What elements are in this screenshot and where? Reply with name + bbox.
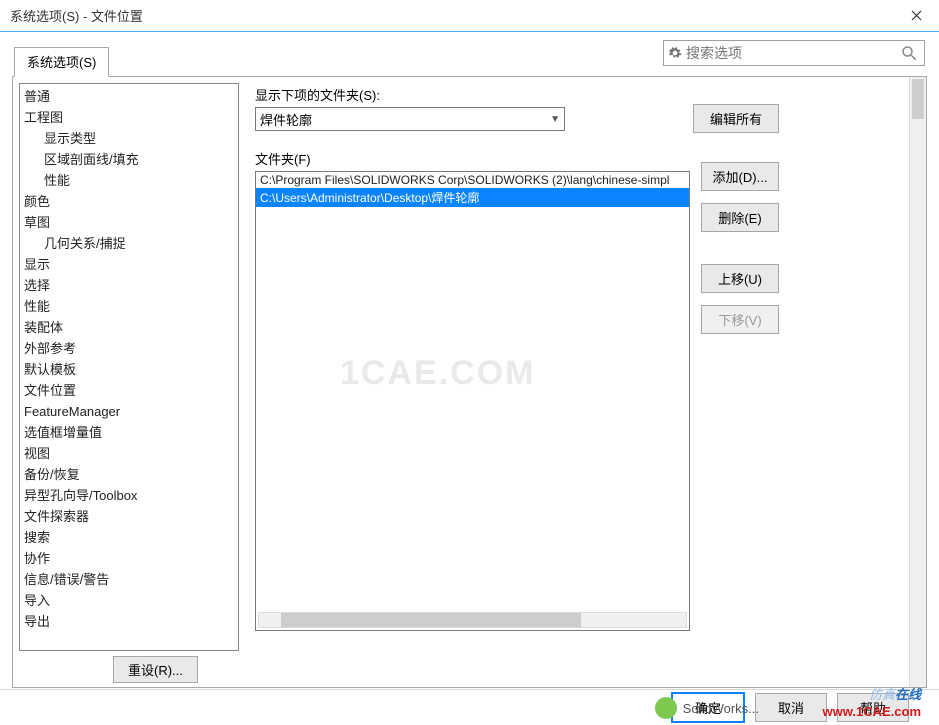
close-button[interactable] [893,0,939,32]
sidebar-item[interactable]: 协作 [20,548,238,569]
sidebar-item[interactable]: 文件位置 [20,380,238,401]
sidebar-item[interactable]: 导入 [20,590,238,611]
scrollbar-thumb[interactable] [912,79,924,119]
sidebar-item[interactable]: 默认模板 [20,359,238,380]
sidebar-item[interactable]: 普通 [20,86,238,107]
sidebar-item[interactable]: 外部参考 [20,338,238,359]
sidebar-item[interactable]: 装配体 [20,317,238,338]
show-folder-label: 显示下项的文件夹(S): [255,85,918,104]
sidebar-item[interactable]: 选值框增量值 [20,422,238,443]
sidebar-item[interactable]: 草图 [20,212,238,233]
sidebar-item[interactable]: 性能 [20,170,238,191]
reset-button[interactable]: 重设(R)... [113,656,198,683]
search-icon[interactable] [894,44,924,62]
sidebar-item[interactable]: 异型孔向导/Toolbox [20,485,238,506]
content-area: 显示下项的文件夹(S): 焊件轮廓 ▼ 编辑所有 文件夹(F) C:\Progr… [239,77,926,687]
sidebar-item[interactable]: 区域剖面线/填充 [20,149,238,170]
chevron-down-icon: ▼ [550,114,560,125]
tab-panel: 普通工程图显示类型区域剖面线/填充性能颜色草图几何关系/捕捉显示选择性能装配体外… [12,76,927,688]
header-strip: 系统选项(S) [0,32,939,76]
dialog-footer: 确定 取消 帮助 [0,689,939,725]
horizontal-scrollbar[interactable] [258,612,687,628]
sidebar-item[interactable]: 搜索 [20,527,238,548]
move-up-button[interactable]: 上移(U) [701,264,779,293]
sidebar-item[interactable]: 几何关系/捕捉 [20,233,238,254]
titlebar: 系统选项(S) - 文件位置 [0,0,939,32]
cancel-button[interactable]: 取消 [755,693,827,722]
search-box[interactable] [663,40,925,66]
folder-list[interactable]: C:\Program Files\SOLIDWORKS Corp\SOLIDWO… [255,171,690,631]
sidebar-item[interactable]: 信息/错误/警告 [20,569,238,590]
folder-row[interactable]: C:\Program Files\SOLIDWORKS Corp\SOLIDWO… [256,172,689,188]
sidebar-item[interactable]: 工程图 [20,107,238,128]
tab-system-options[interactable]: 系统选项(S) [14,47,109,77]
sidebar-item[interactable]: 性能 [20,296,238,317]
add-button[interactable]: 添加(D)... [701,162,779,191]
search-input[interactable] [686,45,894,61]
scrollbar-thumb[interactable] [281,613,581,627]
ok-button[interactable]: 确定 [671,692,745,723]
sidebar-item[interactable]: 颜色 [20,191,238,212]
folder-action-buttons: 添加(D)... 删除(E) 上移(U) 下移(V) [701,162,779,334]
combo-value: 焊件轮廓 [260,110,312,129]
gear-icon [664,46,686,60]
sidebar-item[interactable]: 视图 [20,443,238,464]
sidebar-item[interactable]: 备份/恢复 [20,464,238,485]
sidebar-item[interactable]: 文件探索器 [20,506,238,527]
move-down-button: 下移(V) [701,305,779,334]
sidebar-item[interactable]: 导出 [20,611,238,632]
folder-label: 文件夹(F) [255,149,918,168]
folder-row[interactable]: C:\Users\Administrator\Desktop\焊件轮廓 [256,188,689,207]
help-button[interactable]: 帮助 [837,693,909,722]
tab-bar: 系统选项(S) [14,47,109,77]
delete-button[interactable]: 删除(E) [701,203,779,232]
folder-type-combo[interactable]: 焊件轮廓 ▼ [255,107,565,131]
vertical-scrollbar[interactable] [909,77,926,687]
sidebar-item[interactable]: 显示 [20,254,238,275]
window-title: 系统选项(S) - 文件位置 [10,6,143,25]
sidebar-item[interactable]: 选择 [20,275,238,296]
sidebar-item[interactable]: 显示类型 [20,128,238,149]
edit-all-button[interactable]: 编辑所有 [693,104,779,133]
category-tree[interactable]: 普通工程图显示类型区域剖面线/填充性能颜色草图几何关系/捕捉显示选择性能装配体外… [19,83,239,651]
sidebar-item[interactable]: FeatureManager [20,401,238,422]
